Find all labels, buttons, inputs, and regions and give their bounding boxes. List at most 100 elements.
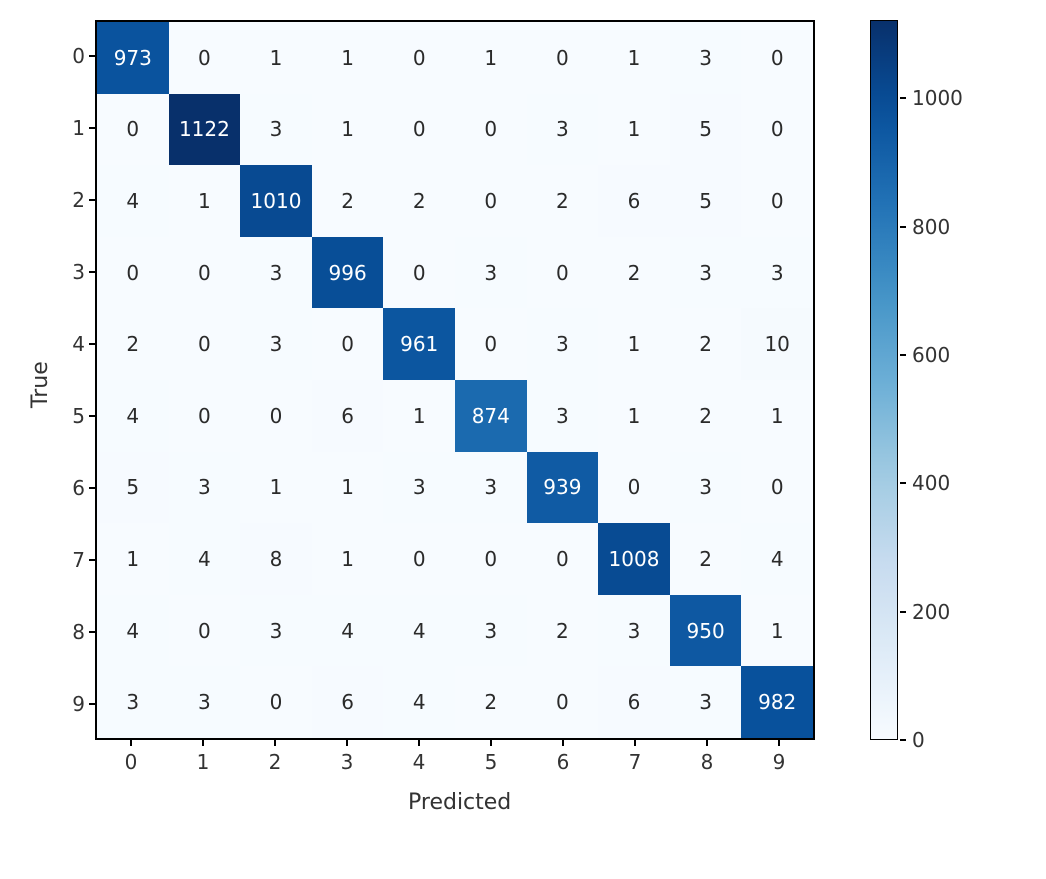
heatmap-cell: 0 xyxy=(455,94,527,166)
y-tick-label: 8 xyxy=(45,620,85,644)
x-tick-mark xyxy=(418,740,420,746)
heatmap-cell: 1 xyxy=(598,308,670,380)
heatmap-cell: 4 xyxy=(312,595,384,667)
heatmap-cell: 0 xyxy=(527,666,599,738)
heatmap-cell: 1 xyxy=(312,94,384,166)
colorbar-tick-label: 1000 xyxy=(912,86,963,110)
y-tick-label: 0 xyxy=(45,44,85,68)
heatmap-cell: 874 xyxy=(455,380,527,452)
heatmap-cell: 0 xyxy=(169,22,241,94)
heatmap-cell: 0 xyxy=(169,380,241,452)
x-tick-mark xyxy=(490,740,492,746)
y-axis-label: True xyxy=(28,361,53,408)
heatmap-cell: 0 xyxy=(527,22,599,94)
heatmap-cell: 1122 xyxy=(169,94,241,166)
heatmap-cell: 10 xyxy=(741,308,813,380)
heatmap-cell: 3 xyxy=(169,452,241,524)
heatmap-cell: 950 xyxy=(670,595,742,667)
colorbar-tick: 1000 xyxy=(900,88,963,108)
heatmap-cell: 973 xyxy=(97,22,169,94)
heatmap-cell: 3 xyxy=(240,308,312,380)
heatmap-cell: 1 xyxy=(312,452,384,524)
heatmap-cell: 0 xyxy=(97,94,169,166)
colorbar-tick-mark xyxy=(900,482,906,484)
heatmap-cell: 2 xyxy=(312,165,384,237)
heatmap-cell: 3 xyxy=(383,452,455,524)
heatmap-cell: 1 xyxy=(598,380,670,452)
heatmap-cell: 0 xyxy=(741,452,813,524)
heatmap-cell: 3 xyxy=(670,666,742,738)
x-axis-label: Predicted xyxy=(408,790,511,815)
x-tick-label: 2 xyxy=(255,750,295,774)
heatmap-cell: 4 xyxy=(169,523,241,595)
colorbar-tick-label: 800 xyxy=(912,215,950,239)
x-tick-label: 8 xyxy=(687,750,727,774)
colorbar-tick-label: 400 xyxy=(912,471,950,495)
heatmap-cell: 0 xyxy=(383,523,455,595)
colorbar-tick-mark xyxy=(900,354,906,356)
heatmap-cell: 5 xyxy=(670,165,742,237)
heatmap-cell: 4 xyxy=(383,595,455,667)
heatmap-cell: 3 xyxy=(527,380,599,452)
colorbar-tick: 0 xyxy=(900,730,925,750)
heatmap-cell: 3 xyxy=(670,22,742,94)
y-tick-label: 9 xyxy=(45,692,85,716)
heatmap-cell: 0 xyxy=(741,22,813,94)
colorbar-tick-mark xyxy=(900,611,906,613)
heatmap-cell: 5 xyxy=(670,94,742,166)
heatmap-cell: 3 xyxy=(670,237,742,309)
heatmap-cell: 4 xyxy=(741,523,813,595)
heatmap-cell: 0 xyxy=(455,308,527,380)
heatmap-cell: 0 xyxy=(455,523,527,595)
heatmap-cell: 0 xyxy=(97,237,169,309)
heatmap-cell: 3 xyxy=(741,237,813,309)
heatmap-cell: 6 xyxy=(312,666,384,738)
heatmap-cell: 982 xyxy=(741,666,813,738)
heatmap-cell: 2 xyxy=(527,165,599,237)
heatmap-cell: 3 xyxy=(97,666,169,738)
heatmap-cell: 1008 xyxy=(598,523,670,595)
heatmap-cell: 0 xyxy=(169,308,241,380)
heatmap-cell: 2 xyxy=(383,165,455,237)
heatmap-cell: 4 xyxy=(383,666,455,738)
heatmap-cell: 3 xyxy=(240,94,312,166)
x-tick-mark xyxy=(706,740,708,746)
x-tick-label: 4 xyxy=(399,750,439,774)
heatmap-cell: 1 xyxy=(240,452,312,524)
colorbar-tick-label: 600 xyxy=(912,343,950,367)
colorbar-tick: 200 xyxy=(900,602,950,622)
heatmap-cell: 939 xyxy=(527,452,599,524)
y-tick-label: 1 xyxy=(45,116,85,140)
heatmap-cell: 961 xyxy=(383,308,455,380)
heatmap-cell: 4 xyxy=(97,595,169,667)
y-tick-label: 7 xyxy=(45,548,85,572)
heatmap-cell: 1 xyxy=(169,165,241,237)
heatmap-cell: 1 xyxy=(741,380,813,452)
heatmap-cell: 6 xyxy=(598,165,670,237)
heatmap-cell: 2 xyxy=(670,380,742,452)
heatmap-cell: 3 xyxy=(598,595,670,667)
heatmap-cell: 5 xyxy=(97,452,169,524)
heatmap-cell: 0 xyxy=(383,22,455,94)
heatmap-cell: 0 xyxy=(527,237,599,309)
colorbar-tick-mark xyxy=(900,97,906,99)
heatmap-cell: 0 xyxy=(169,595,241,667)
colorbar xyxy=(870,20,898,740)
x-tick-mark xyxy=(562,740,564,746)
colorbar-tick-label: 0 xyxy=(912,728,925,752)
heatmap-grid: 9730110101300112231003150411010220265000… xyxy=(97,22,813,738)
x-tick-mark xyxy=(130,740,132,746)
heatmap-cell: 2 xyxy=(527,595,599,667)
x-tick-label: 9 xyxy=(759,750,799,774)
heatmap-cell: 0 xyxy=(383,94,455,166)
x-tick-mark xyxy=(202,740,204,746)
x-tick-label: 0 xyxy=(111,750,151,774)
heatmap-cell: 3 xyxy=(527,308,599,380)
heatmap-cell: 0 xyxy=(312,308,384,380)
heatmap-cell: 1 xyxy=(97,523,169,595)
y-tick-label: 6 xyxy=(45,476,85,500)
heatmap-cell: 996 xyxy=(312,237,384,309)
heatmap-cell: 3 xyxy=(527,94,599,166)
heatmap-cell: 1 xyxy=(383,380,455,452)
heatmap-cell: 0 xyxy=(741,94,813,166)
